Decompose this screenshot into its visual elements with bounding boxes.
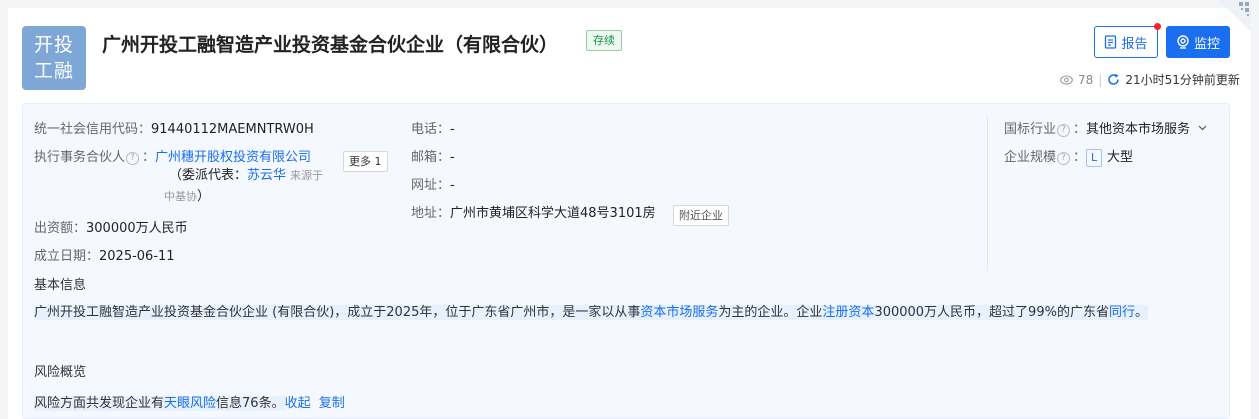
scale-badge: L xyxy=(1086,149,1103,167)
risk-overview-title: 风险概览 xyxy=(34,365,87,380)
capital-row: 出资额：300000万人民币 xyxy=(34,217,188,236)
rep-source: 来源于 xyxy=(290,169,324,182)
credit-code-label: 统一社会信用代码： xyxy=(34,122,152,137)
representative-link[interactable]: 苏云华 xyxy=(247,168,286,183)
meta-divider: | xyxy=(1098,72,1103,87)
email-label: 邮箱： xyxy=(411,150,451,165)
address-value: 广州市黄埔区科学大道48号3101房 xyxy=(450,206,656,221)
founding-date-label: 成立日期： xyxy=(34,249,100,264)
address-row: 地址：广州市黄埔区科学大道48号3101房 xyxy=(411,202,656,221)
eye-icon xyxy=(1060,74,1073,85)
scale-value: 大型 xyxy=(1107,150,1134,165)
nearby-companies-button[interactable]: 附近企业 xyxy=(673,205,729,226)
representative-source-row: 中基协） xyxy=(164,185,210,204)
collapse-link[interactable]: 收起 xyxy=(285,396,311,411)
tianyan-risk-link[interactable]: 天眼风险 xyxy=(164,396,217,411)
logo-line-2: 工融 xyxy=(33,60,74,82)
website-label: 网址： xyxy=(411,178,451,193)
notification-dot xyxy=(1154,23,1161,30)
more-partners-button[interactable]: 更多 1 xyxy=(343,151,388,172)
help-icon[interactable]: ? xyxy=(1057,152,1071,165)
email-row: 邮箱：- xyxy=(411,146,455,165)
founding-date-value: 2025-06-11 xyxy=(99,249,175,264)
description-text-3: 300000万人民币，超过了99%的广东省 xyxy=(874,305,1109,320)
capital-value: 300000万人民币 xyxy=(86,221,188,236)
refresh-icon[interactable] xyxy=(1107,73,1120,86)
page-meta: 78 | 21小时51分钟前更新 xyxy=(1060,71,1240,88)
monitor-eye-icon xyxy=(1177,35,1189,49)
help-icon[interactable]: ? xyxy=(1057,124,1071,137)
phone-value: - xyxy=(450,122,455,137)
email-value: - xyxy=(450,150,455,165)
credit-code-value: 91440112MAEMNTRW0H xyxy=(151,122,314,137)
basic-info-title: 基本信息 xyxy=(34,278,87,293)
risk-text-2: 信息76条。 xyxy=(216,396,285,411)
website-value: - xyxy=(450,178,455,193)
industry-label: 国标行业 xyxy=(1004,122,1057,137)
status-badge: 存续 xyxy=(586,30,622,51)
risk-summary: 风险方面共发现企业有天眼风险信息76条。收起 复制 xyxy=(34,392,345,411)
representative-row: （委派代表：苏云华 来源于 xyxy=(169,164,323,183)
industry-link[interactable]: 资本市场服务 xyxy=(640,305,719,320)
description-text-4: 。 xyxy=(1134,305,1148,320)
column-divider xyxy=(987,116,988,271)
basic-info-panel: 统一社会信用代码：91440112MAEMNTRW0H 执行事务合伙人? ：广州穗… xyxy=(22,103,1230,419)
monitor-button[interactable]: 监控 xyxy=(1166,26,1230,58)
company-name: 广州开投工融智造产业投资基金合伙企业（有限合伙） xyxy=(102,34,559,56)
peers-link[interactable]: 同行 xyxy=(1108,305,1135,320)
rep-source-org: 中基协 xyxy=(164,190,197,203)
description-text-1: 广州开投工融智造产业投资基金合伙企业 (有限合伙)，成立于2025年，位于广东省… xyxy=(34,305,641,320)
report-button-label: 报告 xyxy=(1121,36,1148,52)
founding-date-row: 成立日期：2025-06-11 xyxy=(34,245,175,264)
view-count: 78 xyxy=(1078,72,1094,87)
logo-line-1: 开投 xyxy=(33,34,74,56)
description-text-2: 为主的企业。企业 xyxy=(718,305,823,320)
registered-capital-link[interactable]: 注册资本 xyxy=(822,305,875,320)
company-description: 广州开投工融智造产业投资基金合伙企业 (有限合伙)，成立于2025年，位于广东省… xyxy=(34,302,1204,323)
scale-row: 企业规模?： L 大型 xyxy=(1004,149,1134,167)
report-button[interactable]: 报告 xyxy=(1094,23,1161,58)
company-logo: 开投 工融 xyxy=(22,26,86,90)
industry-value[interactable]: 其他资本市场服务 xyxy=(1086,122,1190,137)
phone-label: 电话： xyxy=(411,122,451,137)
risk-text-1: 风险方面共发现企业有 xyxy=(34,396,165,411)
copy-link[interactable]: 复制 xyxy=(319,396,345,411)
help-icon[interactable]: ? xyxy=(126,152,140,165)
industry-row: 国标行业? ：其他资本市场服务 xyxy=(1004,118,1207,137)
partner-row: 执行事务合伙人? ：广州穗开股权投资有限公司 xyxy=(34,150,312,165)
scale-label: 企业规模 xyxy=(1004,150,1057,165)
company-header-card: 开投 工融 广州开投工融智造产业投资基金合伙企业（有限合伙） 存续 报告 监控 … xyxy=(8,0,1251,419)
rep-suffix: ） xyxy=(197,189,211,204)
update-time: 21小时51分钟前更新 xyxy=(1125,73,1240,87)
partner-link[interactable]: 广州穗开股权投资有限公司 xyxy=(155,150,311,165)
capital-label: 出资额： xyxy=(34,221,87,236)
credit-code-row: 统一社会信用代码：91440112MAEMNTRW0H xyxy=(34,118,314,137)
monitor-button-label: 监控 xyxy=(1193,36,1220,52)
document-icon xyxy=(1105,35,1117,49)
address-label: 地址： xyxy=(411,206,451,221)
chevron-down-icon[interactable] xyxy=(1198,125,1207,131)
rep-prefix: （委派代表： xyxy=(169,168,248,183)
website-row: 网址：- xyxy=(411,174,455,193)
phone-row: 电话：- xyxy=(411,118,455,137)
partner-label: 执行事务合伙人 xyxy=(34,150,126,165)
